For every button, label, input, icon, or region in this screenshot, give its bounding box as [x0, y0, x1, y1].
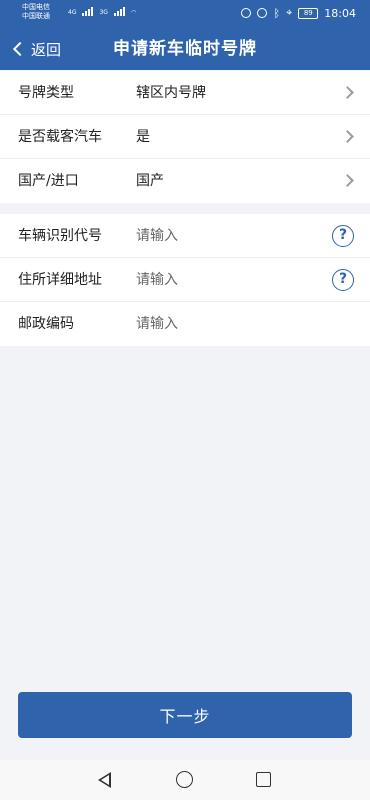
carrier-2: 中国联通: [22, 12, 50, 20]
next-step-button[interactable]: 下一步: [18, 692, 352, 738]
signal-bars-icon-2: [113, 7, 125, 16]
address-label: 住所详细地址: [18, 272, 102, 288]
signal-bars-icon: [82, 7, 94, 16]
carrier-1: 中国电信: [22, 3, 50, 11]
nav-bar: 返回 申请新车临时号牌: [0, 28, 370, 70]
status-bar: 中国电信 中国联通 4G 3G ◠ ᛒ ⌖ 89 18:04: [0, 0, 370, 28]
system-nav-bar: [0, 760, 370, 800]
battery-icon: 89: [298, 7, 319, 19]
nav-home-icon[interactable]: [176, 771, 193, 788]
vin-label: 车辆识别代号: [18, 228, 102, 244]
vin-row: 车辆识别代号 ?: [0, 214, 370, 258]
network-type-2: 3G: [99, 9, 108, 16]
eye-icon: [241, 8, 252, 18]
alarm-icon: [257, 8, 268, 18]
plate-type-value: 辖区内号牌: [136, 85, 206, 101]
question-circle-icon[interactable]: ?: [332, 269, 354, 291]
wifi-icon: ◠: [130, 9, 137, 16]
location-icon: ⌖: [286, 6, 293, 19]
nav-back-icon[interactable]: [98, 772, 111, 788]
postal-code-input[interactable]: [136, 312, 316, 336]
clock-time: 18:04: [324, 6, 356, 20]
chevron-right-icon: [341, 174, 354, 187]
nav-recent-apps-icon[interactable]: [256, 772, 271, 787]
address-row: 住所详细地址 ?: [0, 258, 370, 302]
postal-code-row: 邮政编码: [0, 302, 370, 346]
chevron-right-icon: [341, 86, 354, 99]
bluetooth-icon: ᛒ: [273, 6, 281, 20]
postal-code-label: 邮政编码: [18, 316, 74, 332]
vehicle-options-group: 号牌类型 辖区内号牌 是否载客汽车 是 国产/进口 国产: [0, 71, 370, 203]
vin-input[interactable]: [136, 224, 316, 248]
plate-type-label: 号牌类型: [18, 85, 74, 101]
passenger-vehicle-label: 是否载客汽车: [18, 129, 102, 145]
vehicle-inputs-group: 车辆识别代号 ? 住所详细地址 ? 邮政编码: [0, 214, 370, 346]
passenger-vehicle-row[interactable]: 是否载客汽车 是: [0, 115, 370, 159]
network-type-1: 4G: [68, 9, 77, 16]
origin-value: 国产: [136, 173, 164, 189]
page-title: 申请新车临时号牌: [113, 39, 257, 59]
status-right: ᛒ ⌖ 89 18:04: [241, 6, 356, 20]
carrier-info: 中国电信 中国联通: [22, 3, 50, 21]
origin-row[interactable]: 国产/进口 国产: [0, 159, 370, 203]
signal-indicators: 4G 3G ◠: [68, 7, 136, 16]
chevron-right-icon: [341, 130, 354, 143]
passenger-vehicle-value: 是: [136, 129, 150, 145]
address-input[interactable]: [136, 268, 316, 292]
plate-type-row[interactable]: 号牌类型 辖区内号牌: [0, 71, 370, 115]
question-circle-icon[interactable]: ?: [332, 225, 354, 247]
origin-label: 国产/进口: [18, 173, 79, 189]
